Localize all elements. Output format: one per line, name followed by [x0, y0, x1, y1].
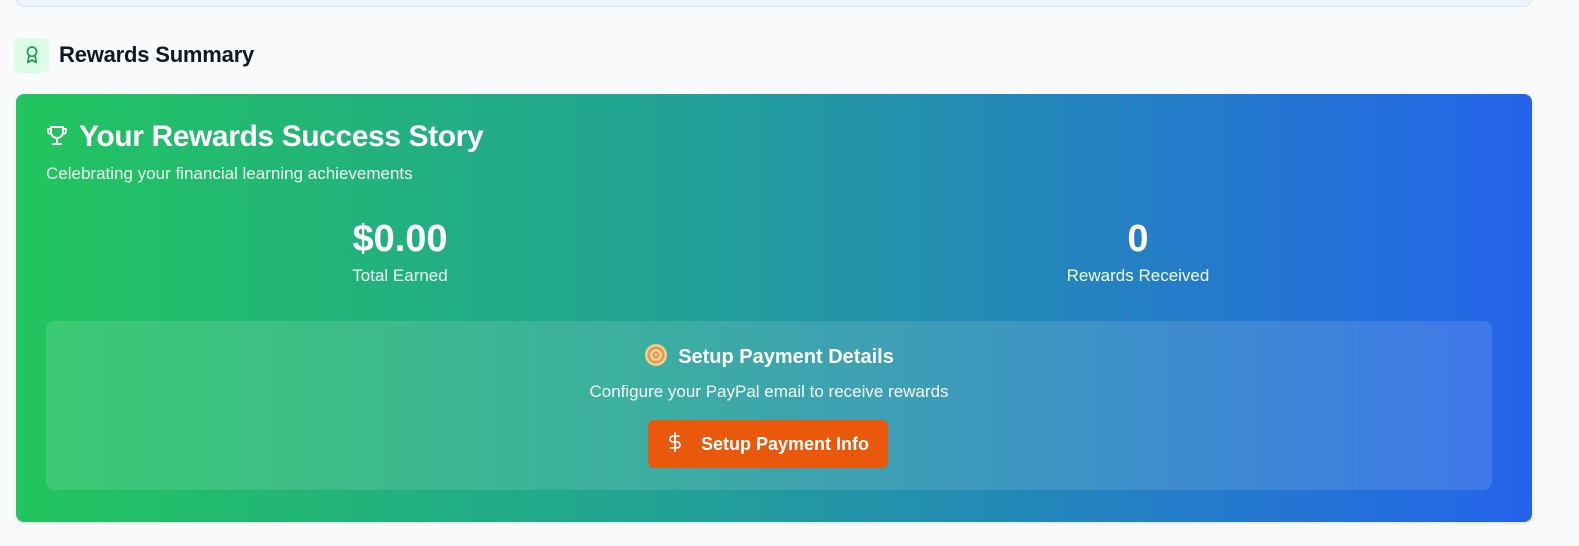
setup-payment-button-label: Setup Payment Info [700, 433, 870, 454]
rewards-card: Your Rewards Success Story Celebrating y… [16, 94, 1532, 522]
trophy-icon [45, 123, 69, 152]
setup-payment-button[interactable]: Setup Payment Info [648, 420, 888, 468]
award-ribbon-icon [14, 37, 49, 73]
payment-setup-panel: Setup Payment Details Configure your Pay… [46, 321, 1492, 490]
section-header: Rewards Summary [14, 37, 254, 73]
card-title: Your Rewards Success Story [79, 120, 484, 153]
stat-value: 0 [1127, 218, 1149, 260]
section-title: Rewards Summary [59, 42, 255, 67]
dollar-icon [667, 431, 683, 457]
stat-label: Rewards Received [1066, 266, 1210, 285]
stat-label: Total Earned [352, 266, 448, 285]
payment-description: Configure your PayPal email to receive r… [589, 382, 949, 401]
card-subtitle: Celebrating your financial learning achi… [46, 164, 413, 183]
stat-total-earned: $0.00 Total Earned [250, 216, 550, 286]
top-panel-edge [16, 0, 1532, 7]
target-icon [644, 343, 668, 372]
card-title-row: Your Rewards Success Story [45, 120, 484, 154]
stat-value: $0.00 [352, 218, 448, 260]
payment-title: Setup Payment Details [678, 346, 894, 368]
payment-title-row: Setup Payment Details [46, 343, 1492, 372]
stat-rewards-received: 0 Rewards Received [988, 216, 1288, 286]
